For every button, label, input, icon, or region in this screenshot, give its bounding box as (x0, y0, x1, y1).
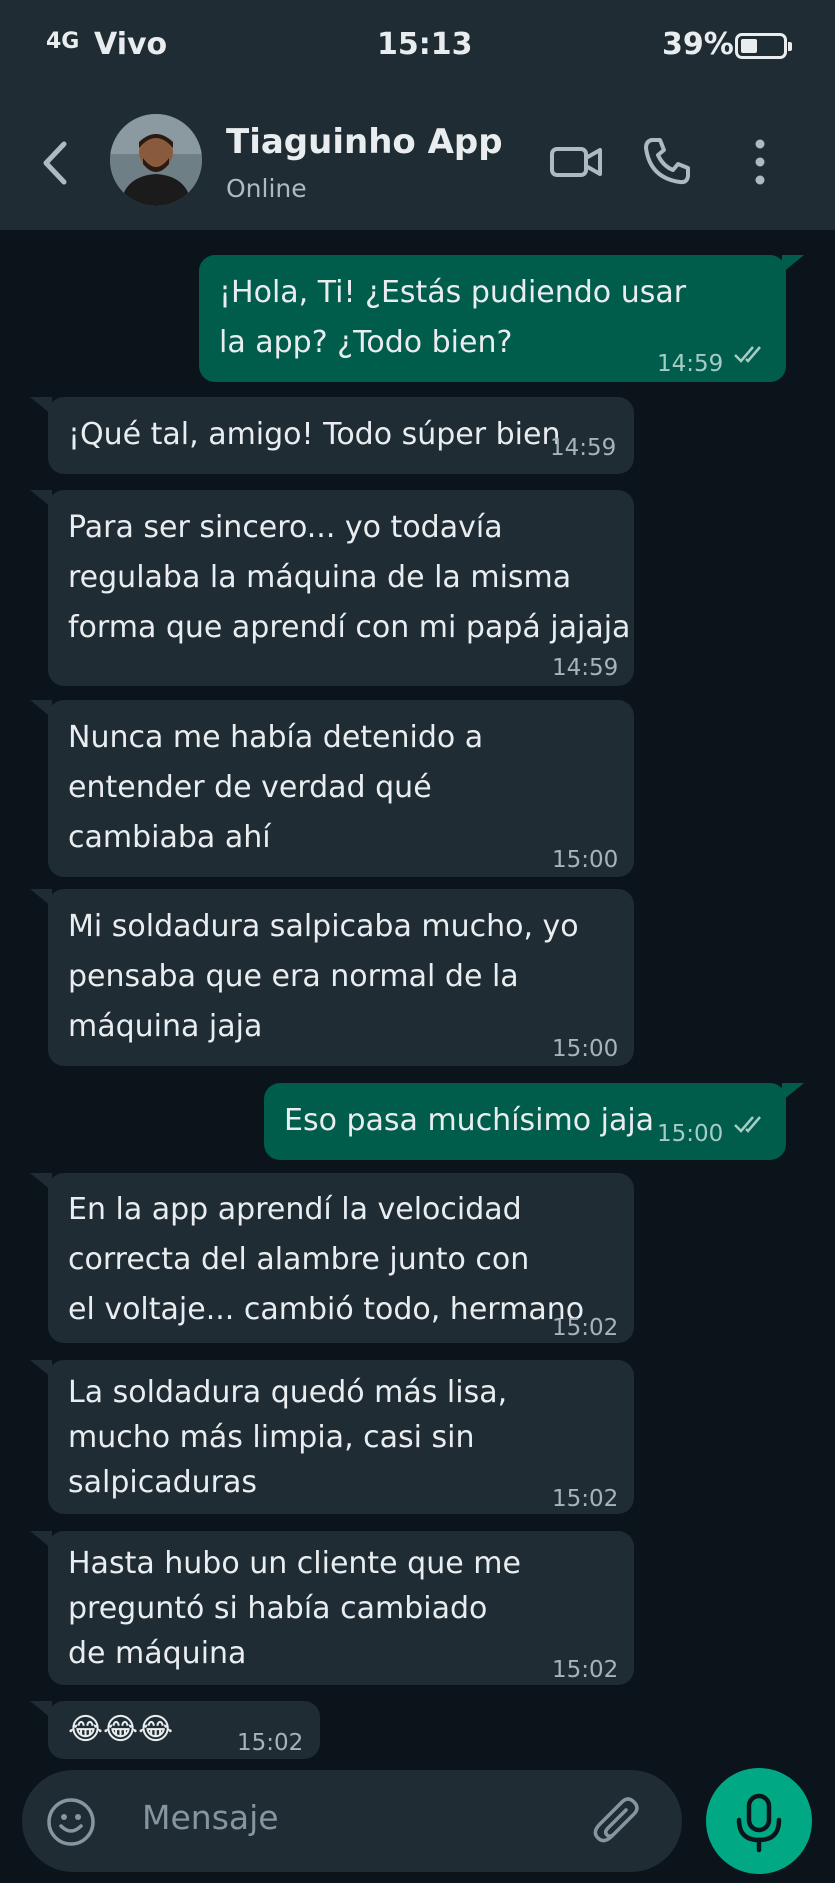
message-time: 15:00 (657, 1121, 724, 1147)
message-input[interactable]: Mensaje (142, 1798, 279, 1837)
message-bubble[interactable]: Hasta hubo un cliente que me preguntó si… (30, 1531, 634, 1685)
back-button[interactable] (38, 138, 74, 188)
more-options-button[interactable] (748, 136, 772, 190)
message-time: 15:02 (552, 1486, 619, 1512)
read-receipt-icon (734, 1116, 761, 1133)
message-text: En la app aprendí la velocidad correcta … (68, 1192, 585, 1327)
message-list[interactable]: ¡Hola, Ti! ¿Estás pudiendo usar la app? … (0, 230, 835, 1760)
message-time: 15:02 (552, 1657, 619, 1683)
contact-name[interactable]: Tiaguinho App (226, 122, 503, 162)
message-text: ¡Hola, Ti! ¿Estás pudiendo usar la app? … (219, 275, 687, 360)
read-receipt-icon (734, 346, 761, 363)
message-time: 15:00 (552, 1036, 619, 1062)
back-arrow-icon (43, 141, 67, 185)
message-bubble[interactable]: 😂😂😂 15:02 (30, 1701, 320, 1759)
carrier-name: Vivo (94, 27, 168, 62)
message-bubble[interactable]: Eso pasa muchísimo jaja 15:00 (264, 1083, 804, 1160)
mic-icon (736, 1793, 782, 1853)
message-time: 14:59 (552, 655, 619, 681)
message-text: La soldadura quedó más lisa, mucho más l… (68, 1375, 508, 1500)
status-time: 15:13 (377, 27, 473, 62)
battery-icon (735, 33, 792, 59)
contact-status: Online (226, 174, 307, 203)
attach-button[interactable] (592, 1794, 644, 1850)
message-bubble[interactable]: Nunca me había detenido a entender de ve… (30, 700, 634, 877)
message-text: Nunca me había detenido a entender de ve… (68, 720, 484, 855)
message-bubble[interactable]: ¡Hola, Ti! ¿Estás pudiendo usar la app? … (199, 255, 804, 382)
message-time: 14:59 (657, 351, 724, 377)
status-bar: 4G Vivo 15:13 39% (0, 0, 835, 92)
message-text: Eso pasa muchísimo jaja (284, 1103, 655, 1138)
attach-icon (593, 1797, 639, 1843)
video-call-button[interactable] (548, 138, 604, 186)
message-bubble[interactable]: En la app aprendí la velocidad correcta … (30, 1173, 634, 1343)
emoji-icon (47, 1798, 95, 1846)
message-text: ¡Qué tal, amigo! Todo súper bien (68, 417, 561, 452)
message-text: Mi soldadura salpicaba mucho, yo pensaba… (68, 909, 579, 1044)
message-bubble[interactable]: Mi soldadura salpicaba mucho, yo pensaba… (30, 889, 634, 1066)
network-indicator: 4G (46, 29, 80, 54)
message-text: 😂😂😂 (68, 1712, 174, 1747)
battery-percent: 39% (662, 27, 734, 62)
more-vert-icon (755, 139, 765, 185)
message-time: 15:02 (237, 1730, 304, 1756)
emoji-button[interactable] (46, 1797, 96, 1847)
message-text: Hasta hubo un cliente que me preguntó si… (68, 1546, 521, 1671)
message-time: 14:59 (550, 435, 617, 461)
message-bubble[interactable]: La soldadura quedó más lisa, mucho más l… (30, 1360, 634, 1514)
mic-button[interactable] (706, 1768, 812, 1874)
voice-call-button[interactable] (640, 134, 694, 188)
chat-header: 4G Vivo 15:13 39% Tiaguinho App Online (0, 0, 835, 230)
message-bubble[interactable]: ¡Qué tal, amigo! Todo súper bien 14:59 (30, 397, 634, 474)
avatar[interactable] (110, 114, 202, 206)
message-time: 15:00 (552, 847, 619, 873)
message-text: Para ser sincero... yo todavía regulaba … (68, 510, 631, 645)
video-call-icon (550, 147, 602, 177)
phone-icon (644, 138, 690, 185)
message-bubble[interactable]: Para ser sincero... yo todavía regulaba … (30, 490, 634, 686)
message-composer[interactable]: Mensaje (22, 1770, 682, 1872)
message-time: 15:02 (552, 1315, 619, 1341)
